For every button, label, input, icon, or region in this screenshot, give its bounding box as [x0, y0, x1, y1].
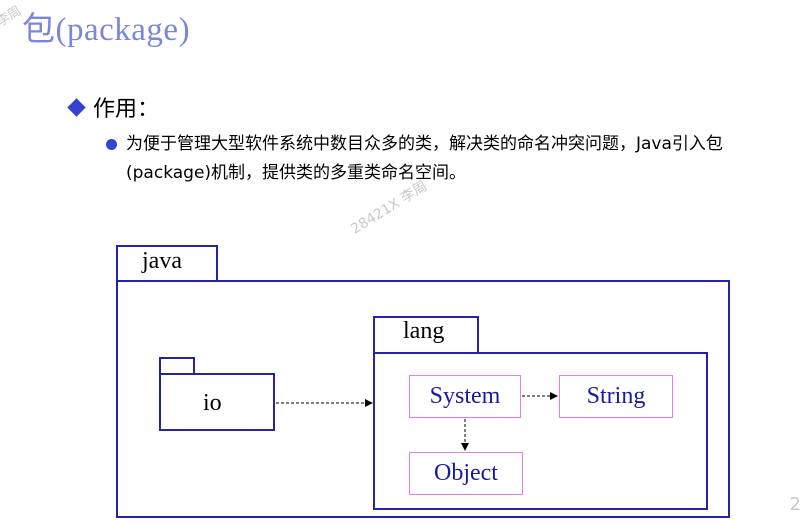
watermark-corner: 2	[789, 494, 801, 515]
dependency-arrows	[276, 392, 558, 451]
